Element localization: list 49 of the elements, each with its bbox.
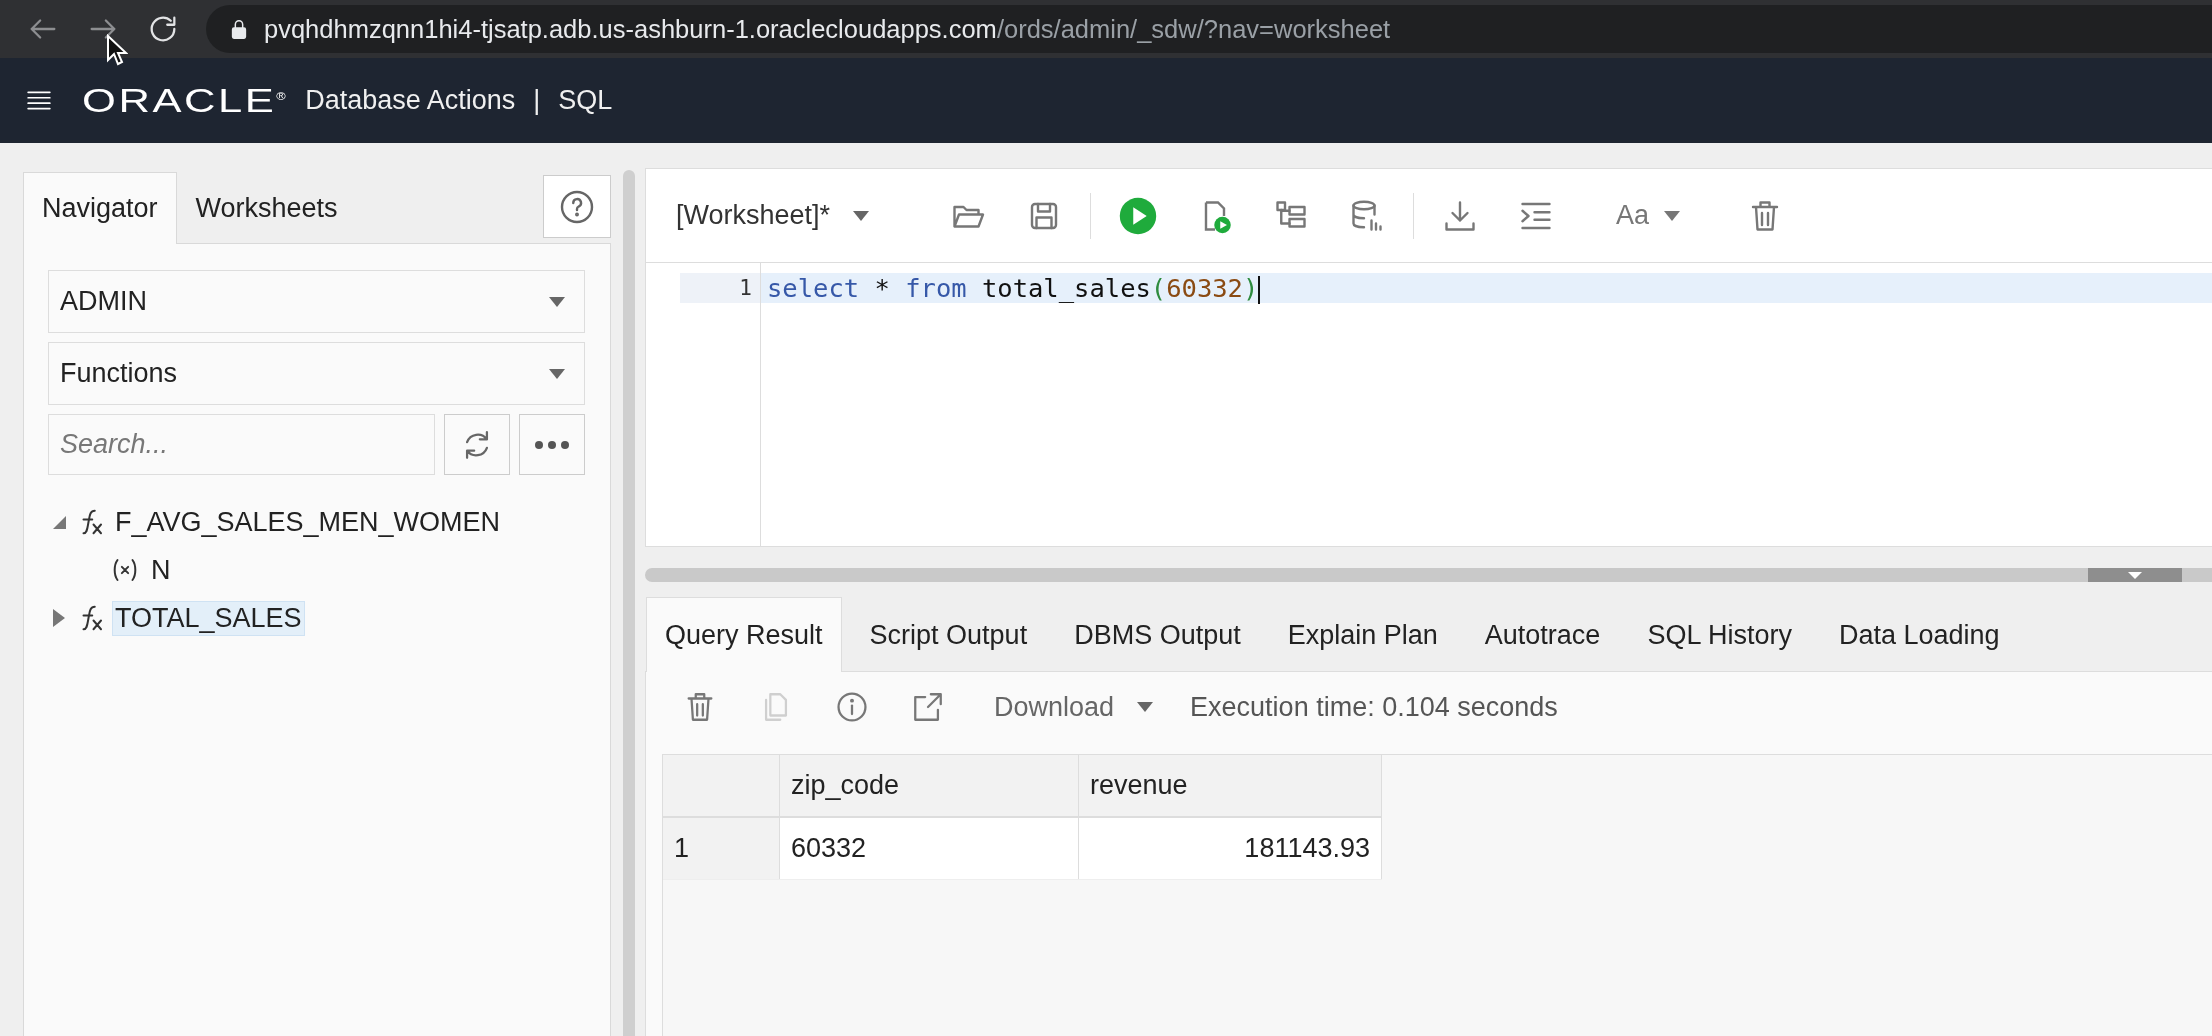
result-tab[interactable]: Script Output — [850, 597, 1047, 672]
caret-icon — [852, 209, 871, 222]
caret-icon — [1136, 701, 1155, 713]
result-tab[interactable]: Explain Plan — [1268, 597, 1457, 672]
url-text: pvqhdhmzqnn1hi4-tjsatp.adb.us-ashburn-1.oraclecloudapps.com/ords/admin/_sdw/?nav=worksheet — [264, 14, 1391, 44]
app-title: Database Actions — [305, 85, 516, 116]
table-cell: 181143.93 — [1078, 817, 1382, 880]
logo: ORACLE$^{®}$ — [82, 81, 286, 120]
result-tab[interactable]: DBMS Output — [1055, 597, 1260, 672]
table-cell: 60332 — [779, 817, 1079, 880]
result-tab[interactable]: SQL History — [1628, 597, 1811, 672]
object-type-dropdown[interactable]: Functions — [48, 342, 585, 405]
worksheet-dropdown[interactable]: [Worksheet]* — [666, 200, 881, 231]
result-tab[interactable]: Data Loading — [1819, 597, 2019, 672]
column-header[interactable]: revenue — [1078, 755, 1382, 817]
expanded-triangle-icon[interactable] — [51, 514, 67, 530]
address-bar[interactable]: pvqhdhmzqnn1hi4-tjsatp.adb.us-ashburn-1.oraclecloudapps.com/ords/admin/_sdw/?nav=worksheet — [206, 5, 2212, 53]
download-dropdown[interactable]: Download — [988, 690, 1161, 724]
tree-item[interactable]: TOTAL_SALES — [112, 600, 305, 636]
more-icon — [534, 439, 570, 450]
caret-icon — [1663, 209, 1682, 222]
collapsed-triangle-icon[interactable] — [52, 608, 66, 628]
help-icon — [559, 188, 595, 225]
result-tab[interactable]: Autotrace — [1465, 597, 1620, 672]
run-icon[interactable] — [1119, 196, 1158, 235]
separator: | — [533, 85, 541, 116]
caret-icon — [548, 295, 566, 308]
search-field[interactable]: Search... — [48, 414, 435, 475]
mouse-pointer-icon — [106, 34, 128, 66]
line-number: 1 — [680, 273, 760, 303]
font-size-menu[interactable]: Aa — [1610, 199, 1688, 232]
tree-item[interactable]: F_AVG_SALES_MEN_WOMEN — [112, 504, 504, 540]
help-button[interactable] — [543, 175, 611, 238]
column-header[interactable]: zip_code — [779, 755, 1079, 817]
more-button[interactable] — [519, 414, 585, 475]
caret-icon — [2127, 570, 2143, 580]
panel-tab[interactable]: Navigator — [23, 172, 177, 244]
tree-item[interactable]: N — [148, 552, 174, 588]
splitter-handle[interactable] — [2088, 568, 2182, 582]
result-tab[interactable]: Query Result — [646, 597, 842, 672]
panel-tab[interactable]: Worksheets — [176, 172, 357, 244]
page-title: SQL — [558, 85, 613, 116]
schema-dropdown[interactable]: ADMIN — [48, 270, 585, 333]
refresh-button[interactable] — [444, 414, 510, 475]
row-number: 1 — [663, 817, 780, 880]
execution-time: Execution time: 0.104 seconds — [1190, 691, 1558, 723]
info-icon[interactable] — [835, 690, 869, 724]
caret-icon — [548, 367, 566, 380]
external-link-icon[interactable] — [911, 690, 945, 724]
